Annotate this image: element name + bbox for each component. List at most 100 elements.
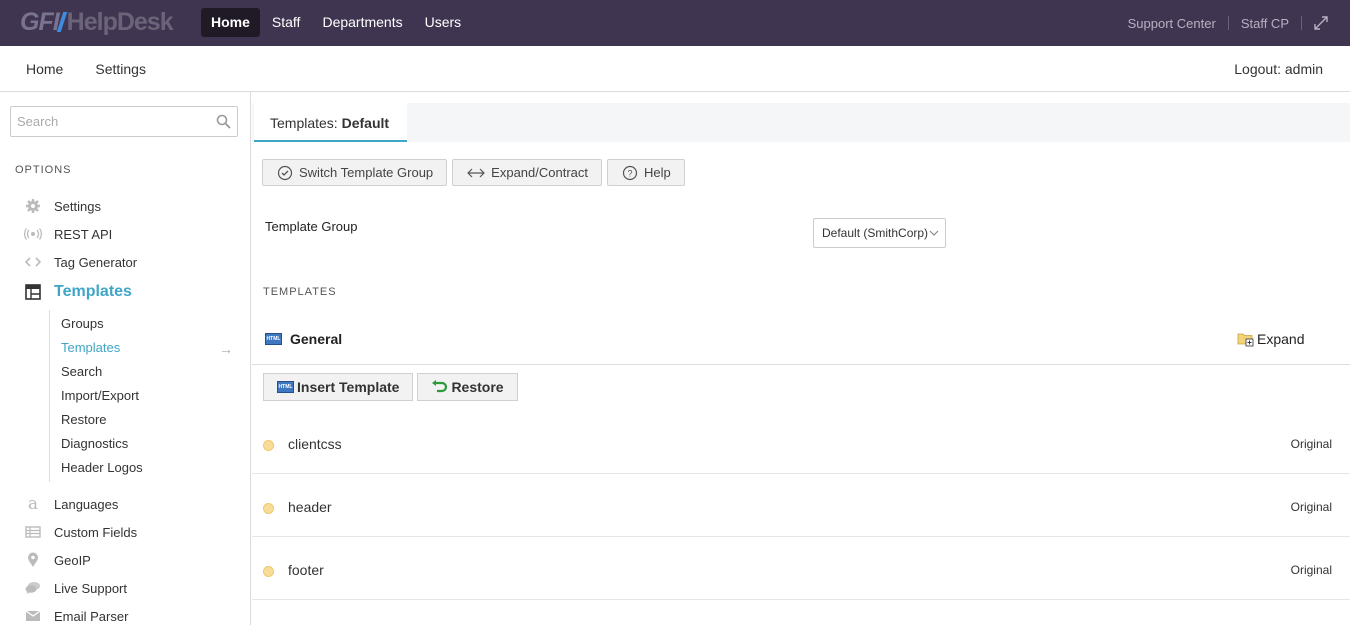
support-center-link[interactable]: Support Center bbox=[1128, 16, 1216, 31]
map-pin-icon bbox=[24, 551, 42, 569]
switch-template-group-button[interactable]: Switch Template Group bbox=[262, 159, 448, 186]
options-heading: OPTIONS bbox=[15, 164, 72, 176]
letter-a-icon: a bbox=[27, 494, 39, 514]
sidebar-item-languages[interactable]: a Languages bbox=[24, 494, 118, 514]
status-badge: Original bbox=[1290, 500, 1332, 514]
broadcast-icon bbox=[24, 225, 42, 243]
staff-cp-link[interactable]: Staff CP bbox=[1241, 16, 1289, 31]
search-box bbox=[10, 106, 238, 137]
status-badge: Original bbox=[1290, 563, 1332, 577]
restore-label: Restore bbox=[451, 379, 504, 395]
sidebar-item-settings[interactable]: Settings bbox=[24, 196, 101, 216]
divider bbox=[252, 364, 1350, 365]
sidebar: OPTIONS Settings REST API Tag Generator … bbox=[0, 92, 251, 625]
envelope-icon bbox=[24, 607, 42, 625]
window-edge bbox=[1350, 0, 1366, 625]
insert-template-button[interactable]: HTML Insert Template bbox=[263, 373, 414, 401]
restore-button[interactable]: Restore bbox=[417, 373, 518, 401]
layout-icon bbox=[24, 283, 42, 301]
template-group-label: Template Group bbox=[265, 219, 358, 234]
chat-icon bbox=[24, 579, 42, 597]
sidebar-item-label: Custom Fields bbox=[54, 524, 138, 540]
sidebar-item-rest-api[interactable]: REST API bbox=[24, 224, 112, 244]
template-name-link[interactable]: footer bbox=[288, 562, 324, 578]
help-button[interactable]: ? Help bbox=[607, 159, 685, 186]
expand-link[interactable]: Expand bbox=[1237, 331, 1304, 347]
html-icon: HTML bbox=[265, 333, 282, 345]
status-dot-icon bbox=[263, 440, 274, 451]
folder-plus-icon bbox=[1237, 333, 1254, 347]
submenu-item-groups[interactable]: Groups bbox=[61, 316, 104, 331]
sidebar-item-label: GeoIP bbox=[54, 552, 91, 568]
secondary-nav-home[interactable]: Home bbox=[26, 61, 63, 77]
submenu-item-diagnostics[interactable]: Diagnostics bbox=[61, 436, 128, 451]
sidebar-item-label: Live Support bbox=[54, 580, 127, 596]
top-nav: Home Staff Departments Users bbox=[201, 8, 473, 37]
submenu-item-import-export[interactable]: Import/Export bbox=[61, 388, 139, 403]
submenu-item-templates[interactable]: Templates bbox=[61, 340, 120, 355]
status-badge: Original bbox=[1290, 437, 1332, 451]
sidebar-item-label: REST API bbox=[54, 226, 113, 242]
secondary-nav-settings[interactable]: Settings bbox=[95, 61, 146, 77]
top-nav-staff[interactable]: Staff bbox=[262, 8, 311, 37]
help-label: Help bbox=[644, 165, 671, 180]
template-group-value: Default (SmithCorp) bbox=[822, 226, 929, 240]
expand-contract-button[interactable]: Expand/Contract bbox=[452, 159, 603, 186]
template-name-link[interactable]: header bbox=[288, 499, 332, 515]
table-row: clientcss Original bbox=[252, 411, 1350, 474]
tab-prefix: Templates: bbox=[270, 115, 342, 131]
table-row: header Original bbox=[252, 474, 1350, 537]
top-nav-users[interactable]: Users bbox=[415, 8, 472, 37]
logout-link[interactable]: Logout: admin bbox=[1234, 46, 1323, 92]
chevron-down-icon bbox=[929, 230, 939, 236]
gear-icon bbox=[24, 197, 42, 215]
tab-bar: Templates: Default bbox=[252, 103, 1350, 142]
template-name-link[interactable]: clientcss bbox=[288, 436, 342, 452]
main-content: Templates: Default Switch Template Group… bbox=[252, 92, 1350, 625]
submenu-item-restore[interactable]: Restore bbox=[61, 412, 107, 427]
expand-label: Expand bbox=[1257, 331, 1305, 347]
sidebar-item-label: Email Parser bbox=[54, 608, 129, 624]
question-circle-icon: ? bbox=[622, 165, 638, 180]
template-group-select[interactable]: Default (SmithCorp) bbox=[813, 218, 946, 248]
restore-arrow-icon bbox=[432, 380, 448, 393]
sidebar-item-label: Settings bbox=[54, 198, 101, 214]
sidebar-item-custom-fields[interactable]: Custom Fields bbox=[24, 522, 137, 542]
status-dot-icon bbox=[263, 503, 274, 514]
list-icon bbox=[24, 523, 42, 541]
top-nav-home[interactable]: Home bbox=[201, 8, 260, 37]
page: GFI HelpDesk Home Staff Departments Users… bbox=[0, 0, 1366, 625]
sidebar-item-label: Languages bbox=[54, 496, 119, 512]
toolbar: Switch Template Group Expand/Contract ? … bbox=[262, 159, 690, 186]
section-title: General bbox=[290, 331, 343, 347]
switch-template-group-label: Switch Template Group bbox=[299, 165, 434, 180]
search-input[interactable] bbox=[11, 107, 201, 136]
tab-templates-default[interactable]: Templates: Default bbox=[254, 103, 408, 142]
external-link-icon[interactable] bbox=[1314, 16, 1328, 30]
code-icon bbox=[24, 253, 42, 271]
sidebar-item-email-parser[interactable]: Email Parser bbox=[24, 606, 128, 625]
expand-contract-label: Expand/Contract bbox=[491, 165, 589, 180]
html-icon: HTML bbox=[277, 381, 294, 393]
status-dot-icon bbox=[263, 566, 274, 577]
svg-text:?: ? bbox=[628, 168, 633, 178]
top-nav-departments[interactable]: Departments bbox=[312, 8, 412, 37]
section-general: HTML General bbox=[265, 331, 342, 347]
table-row: footer Original bbox=[252, 537, 1350, 600]
template-actions: HTML Insert Template Restore bbox=[263, 373, 522, 401]
sidebar-item-geoip[interactable]: GeoIP bbox=[24, 550, 91, 570]
submenu-item-header-logos[interactable]: Header Logos bbox=[61, 460, 143, 475]
insert-template-label: Insert Template bbox=[297, 379, 400, 395]
sidebar-item-tag-generator[interactable]: Tag Generator bbox=[24, 252, 137, 272]
logo: GFI HelpDesk bbox=[20, 8, 174, 36]
arrows-horizontal-icon bbox=[467, 168, 486, 177]
sidebar-item-templates[interactable]: Templates bbox=[24, 282, 132, 302]
sidebar-item-label: Tag Generator bbox=[54, 254, 138, 270]
search-icon[interactable] bbox=[216, 114, 231, 134]
submenu-item-search[interactable]: Search bbox=[61, 364, 102, 379]
sidebar-item-live-support[interactable]: Live Support bbox=[24, 578, 127, 598]
top-links: Support Center Staff CP bbox=[1128, 0, 1328, 46]
arrow-right-icon: → bbox=[219, 341, 233, 357]
secondary-nav: Home Settings bbox=[26, 46, 178, 92]
tab-name: Default bbox=[341, 115, 390, 131]
